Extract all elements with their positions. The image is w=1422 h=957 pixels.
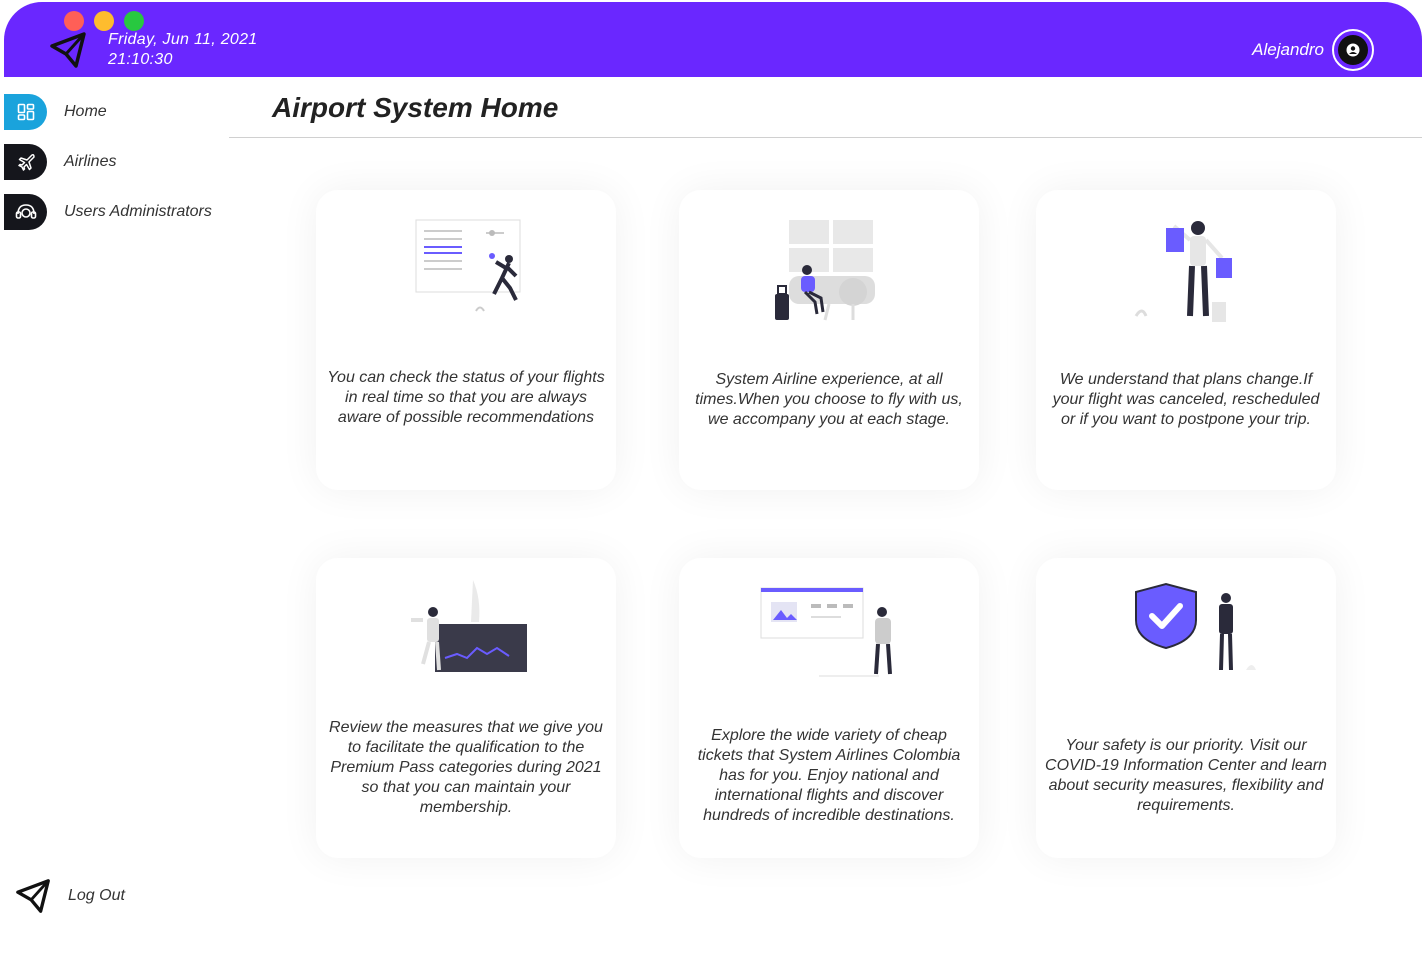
airplane-icon xyxy=(4,144,47,180)
headset-icon xyxy=(4,194,47,230)
sidebar: Home Airlines Users Administrators Log O… xyxy=(0,77,229,957)
card-text: System Airline experience, at all times.… xyxy=(695,371,963,428)
info-card-cheap-tickets[interactable]: Explore the wide variety of cheap ticket… xyxy=(679,558,979,858)
card-text: We understand that plans change.If your … xyxy=(1052,371,1320,428)
airport-waiting-illustration-icon xyxy=(775,220,875,321)
card-text: Review the measures that we give you to … xyxy=(329,719,603,816)
logout-label: Log Out xyxy=(68,887,125,904)
window-maximize-button[interactable] xyxy=(124,11,144,31)
info-card-flight-status[interactable]: You can check the status of your flights… xyxy=(316,190,616,490)
current-date: Friday, Jun 11, 2021 xyxy=(108,31,258,48)
sidebar-item-label: Users Administrators xyxy=(64,203,212,220)
website-browse-illustration-icon xyxy=(760,587,892,677)
window-minimize-button[interactable] xyxy=(94,11,114,31)
sidebar-item-users-administrators[interactable]: Users Administrators xyxy=(4,194,212,230)
analytics-chart-illustration-icon xyxy=(411,580,527,672)
shopping-bags-illustration-icon xyxy=(1134,221,1232,322)
info-card-safety[interactable]: Your safety is our priority. Visit our C… xyxy=(1036,558,1336,858)
info-card-premium-pass[interactable]: Review the measures that we give you to … xyxy=(316,558,616,858)
logout-button[interactable]: Log Out xyxy=(14,877,125,915)
sidebar-item-home[interactable]: Home xyxy=(4,94,107,130)
card-text: Your safety is our priority. Visit our C… xyxy=(1045,737,1327,814)
flight-status-illustration-icon xyxy=(415,219,521,312)
paper-plane-logout-icon xyxy=(16,879,50,913)
user-profile-button[interactable] xyxy=(1332,29,1374,71)
card-text: Explore the wide variety of cheap ticket… xyxy=(697,727,961,824)
paper-plane-logo-icon xyxy=(50,32,86,68)
user-name: Alejandro xyxy=(1252,40,1324,59)
window-close-button[interactable] xyxy=(64,11,84,31)
sidebar-item-label: Home xyxy=(64,103,107,120)
info-card-plans-change[interactable]: We understand that plans change.If your … xyxy=(1036,190,1336,490)
page-title: Airport System Home xyxy=(272,92,559,123)
info-card-experience[interactable]: System Airline experience, at all times.… xyxy=(679,190,979,490)
sidebar-item-label: Airlines xyxy=(64,153,117,170)
user-avatar-icon xyxy=(1346,43,1360,57)
card-text: You can check the status of your flights… xyxy=(327,369,605,426)
top-header: Friday, Jun 11, 2021 21:10:30 Alejandro xyxy=(4,2,1422,77)
current-time: 21:10:30 xyxy=(108,51,173,68)
title-divider xyxy=(229,137,1422,138)
security-shield-illustration-icon xyxy=(1135,582,1256,671)
sidebar-item-airlines[interactable]: Airlines xyxy=(4,144,116,180)
dashboard-icon xyxy=(4,94,47,130)
